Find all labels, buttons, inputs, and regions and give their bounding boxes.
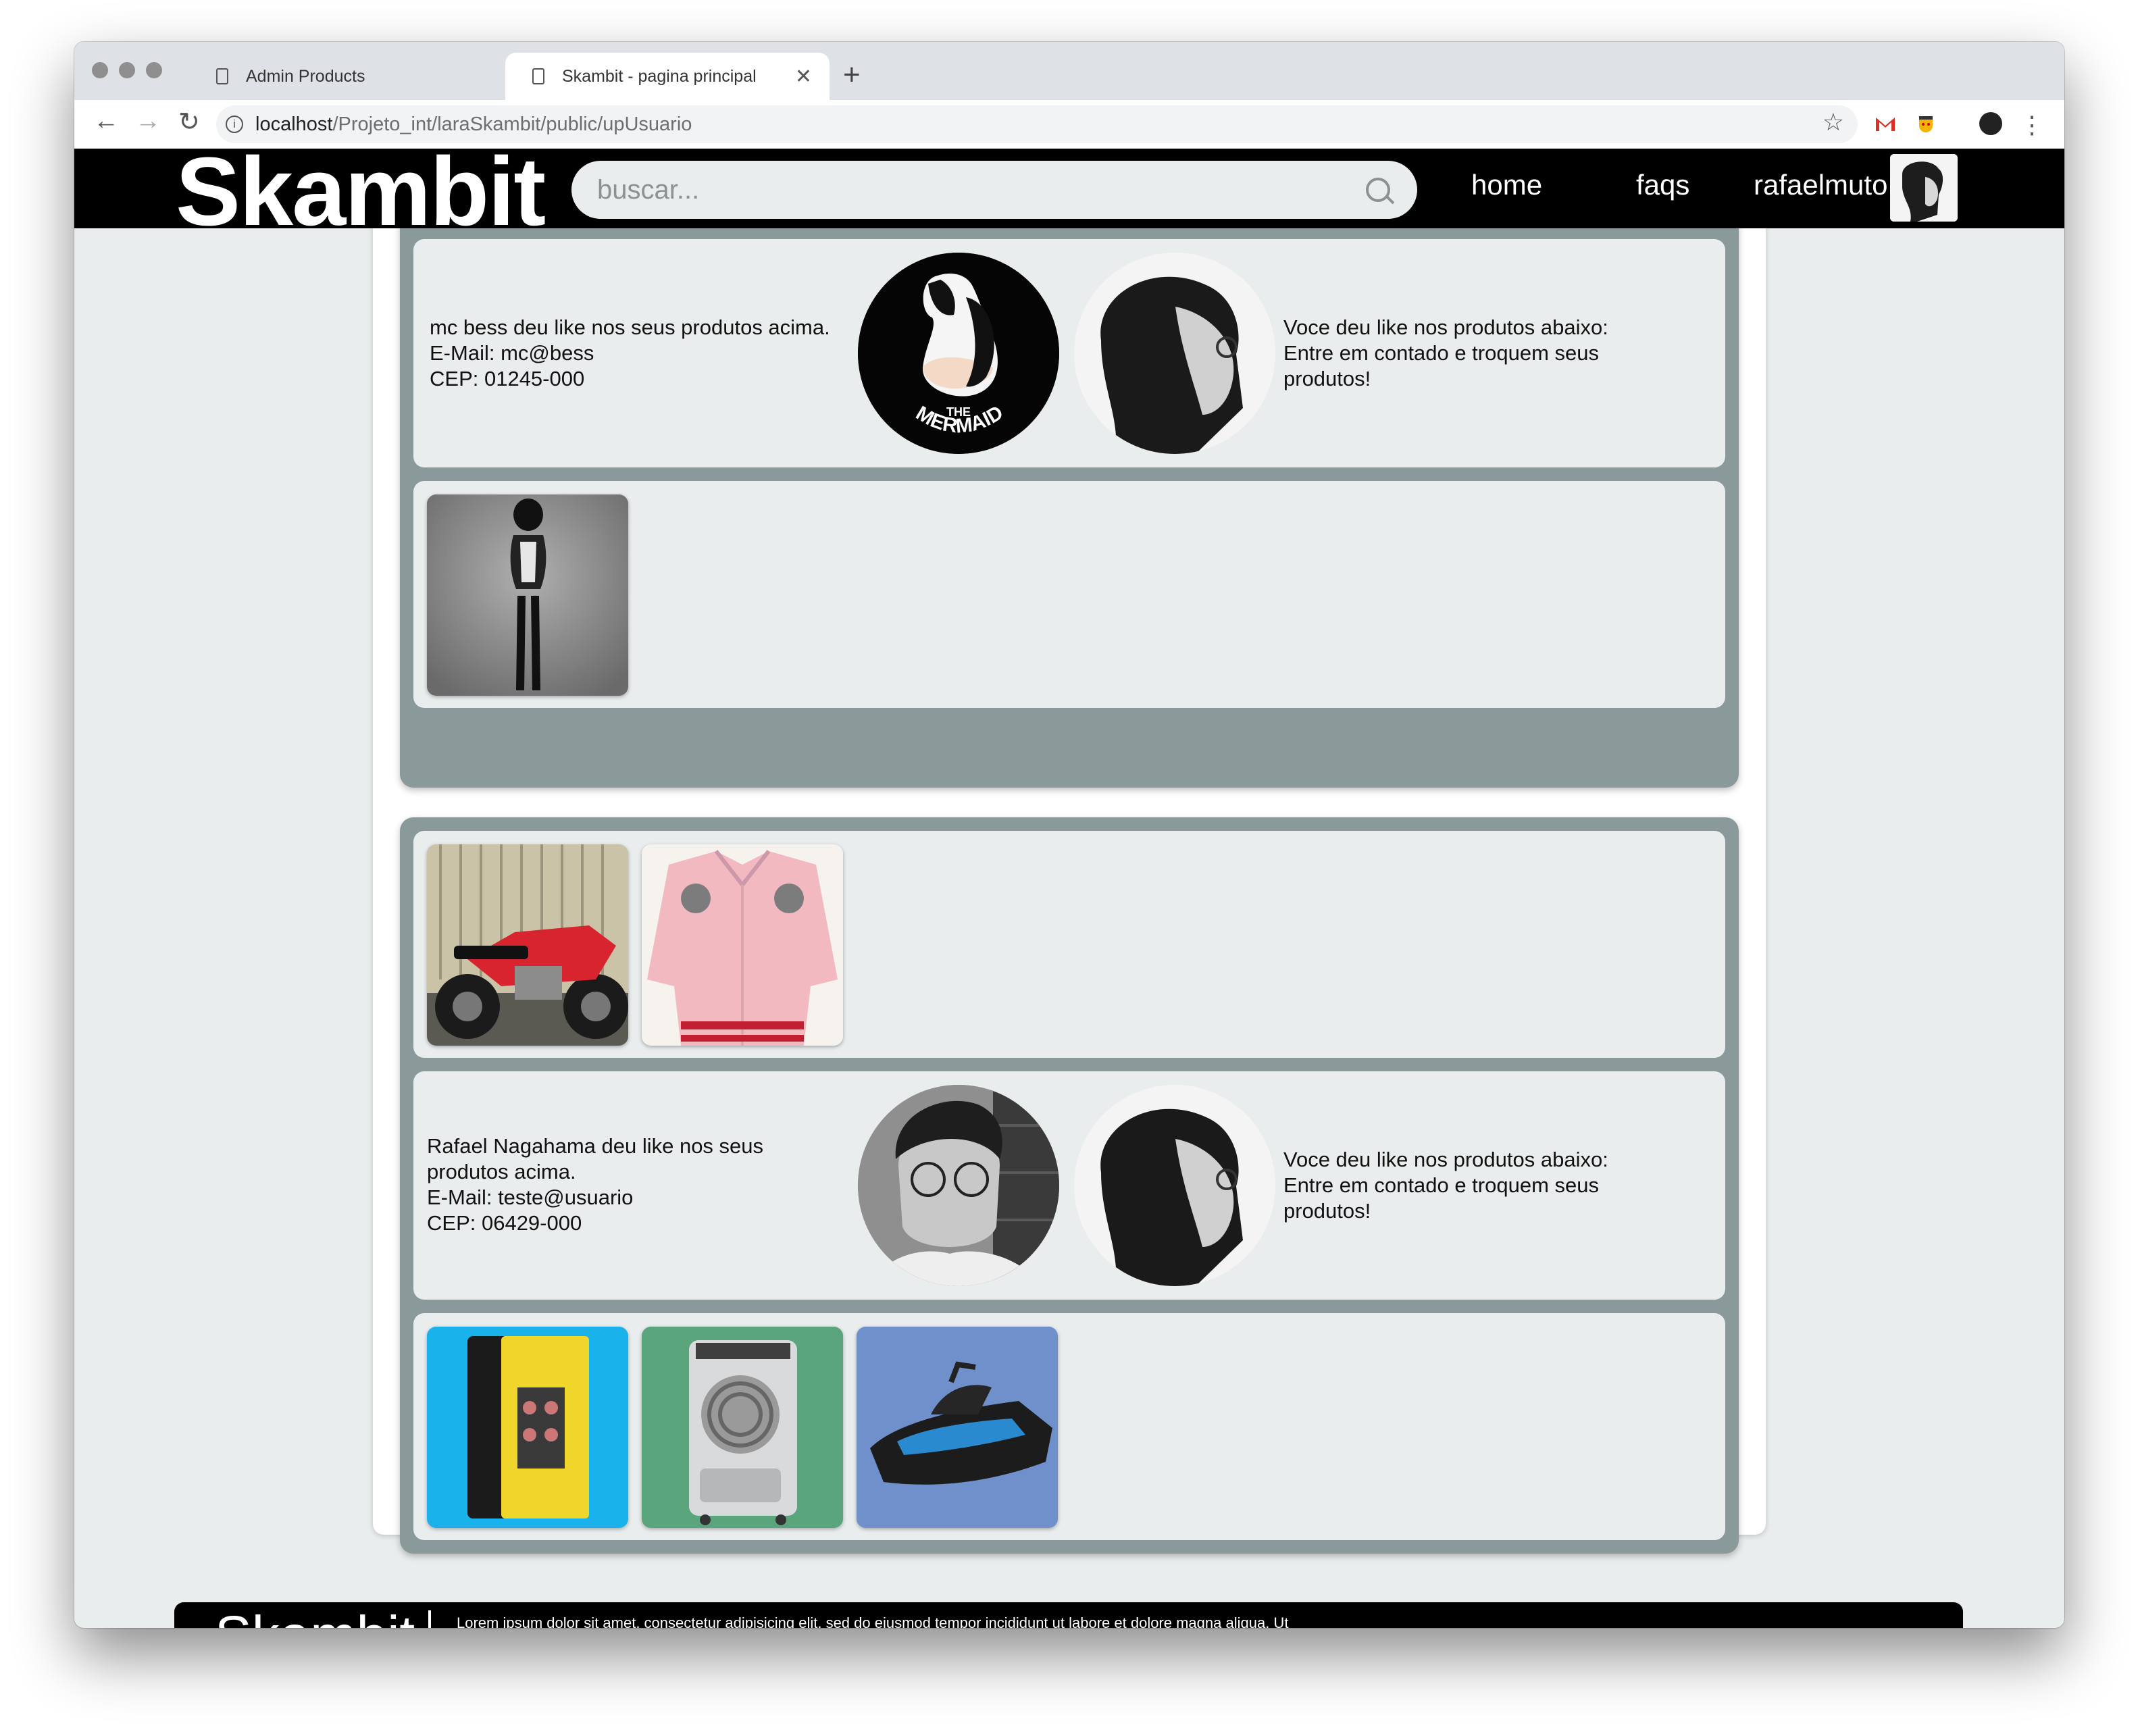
gmail-extension-icon[interactable] xyxy=(1874,112,1897,135)
figure-photo[interactable] xyxy=(427,494,628,696)
site-logo[interactable]: Skambit xyxy=(176,149,546,240)
their-products-card xyxy=(413,1313,1725,1540)
user-avatar[interactable] xyxy=(1890,154,1958,222)
match-instructions: Voce deu like nos produtos abaixo: Entre… xyxy=(1283,315,1702,392)
profile-photo-avatar xyxy=(1074,253,1275,454)
url-host: localhost xyxy=(255,113,333,135)
match-name-line: produtos acima. xyxy=(427,1160,576,1183)
forward-arrow-icon[interactable]: → xyxy=(135,107,161,136)
zoom-window-dot[interactable] xyxy=(146,62,162,78)
profile-photo-avatar xyxy=(1074,1085,1275,1286)
search-icon[interactable] xyxy=(1366,178,1390,202)
bookmark-star-icon[interactable]: ☆ xyxy=(1823,108,1844,136)
match-info-text: mc bess deu like nos seus produtos acima… xyxy=(430,315,862,392)
air-cooler-photo[interactable] xyxy=(642,1327,843,1528)
nav-user-link[interactable]: rafaelmuto xyxy=(1754,169,1887,201)
match-info-card: mc bess deu like nos seus produtos acima… xyxy=(413,239,1725,467)
site-header: Skambit buscar... home faqs rafaelmuto xyxy=(74,149,2064,240)
browser-toolbar: ← → ↻ i localhost /Projeto_int/laraSkamb… xyxy=(74,100,2064,149)
tab-title: Skambit - pagina principal xyxy=(562,66,757,86)
nav-faqs-link[interactable]: faqs xyxy=(1636,169,1689,201)
tab-title: Admin Products xyxy=(246,66,365,86)
minimize-window-dot[interactable] xyxy=(119,62,135,78)
footer-logo: Skambit xyxy=(215,1602,415,1628)
match-email-line: E-Mail: teste@usuario xyxy=(427,1185,634,1209)
site-footer: Skambit Lorem ipsum dolor sit amet, cons… xyxy=(174,1602,1963,1628)
match-group: mc bess deu like nos seus produtos acima… xyxy=(400,149,1739,788)
match-info-card: Rafael Nagahama deu like nos seus produt… xyxy=(413,1071,1725,1300)
match-email-line: E-Mail: mc@bess xyxy=(430,341,594,365)
match-group: Rafael Nagahama deu like nos seus produt… xyxy=(400,817,1739,1554)
red-motorcycle-photo[interactable] xyxy=(427,844,628,1046)
instruction-line: produtos! xyxy=(1283,1199,1371,1223)
footer-text: Lorem ipsum dolor sit amet, consectetur … xyxy=(457,1614,1289,1628)
instruction-line: Entre em contado e troquem seus xyxy=(1283,341,1599,365)
extension-icon[interactable] xyxy=(1914,112,1937,135)
info-icon[interactable]: i xyxy=(226,116,243,133)
close-window-dot[interactable] xyxy=(92,62,108,78)
address-bar[interactable]: i localhost /Projeto_int/laraSkambit/pub… xyxy=(216,105,1858,143)
mini-fridge-photo[interactable] xyxy=(427,1327,628,1528)
back-arrow-icon[interactable]: ← xyxy=(93,107,119,136)
mermaid-logo-avatar: THE MERMAID xyxy=(858,253,1059,454)
jet-ski-photo[interactable] xyxy=(857,1327,1058,1528)
tab-strip: Admin Products ✕ Skambit - pagina princi… xyxy=(74,42,2064,100)
instruction-line: Entre em contado e troquem seus xyxy=(1283,1173,1599,1197)
instruction-line: produtos! xyxy=(1283,367,1371,390)
page-icon xyxy=(532,68,544,84)
page-viewport: Skambit buscar... home faqs rafaelmuto m… xyxy=(74,149,2064,1628)
my-products-card xyxy=(413,831,1725,1058)
search-input[interactable]: buscar... xyxy=(597,175,1366,205)
reload-icon[interactable]: ↻ xyxy=(178,107,200,137)
pink-jacket-photo[interactable] xyxy=(642,844,843,1046)
menu-kebab-icon[interactable]: ⋮ xyxy=(2020,111,2044,139)
match-instructions: Voce deu like nos produtos abaixo: Entre… xyxy=(1283,1147,1702,1224)
footer-divider xyxy=(428,1610,431,1628)
url-path: /Projeto_int/laraSkambit/public/upUsuari… xyxy=(332,113,692,135)
tab-skambit[interactable]: Skambit - pagina principal ✕ xyxy=(505,53,830,100)
profile-avatar-icon[interactable] xyxy=(1979,112,2002,135)
instruction-line: Voce deu like nos produtos abaixo: xyxy=(1283,315,1608,339)
match-name-line: mc bess deu like nos seus produtos acima… xyxy=(430,315,830,339)
nav-home-link[interactable]: home xyxy=(1471,169,1542,201)
close-tab-icon[interactable]: ✕ xyxy=(795,65,812,88)
browser-window: Admin Products ✕ Skambit - pagina princi… xyxy=(74,42,2064,1628)
match-cep-line: CEP: 06429-000 xyxy=(427,1211,582,1235)
page-icon xyxy=(216,68,228,84)
match-cep-line: CEP: 01245-000 xyxy=(430,367,585,390)
instruction-line: Voce deu like nos produtos abaixo: xyxy=(1283,1148,1608,1171)
match-info-text: Rafael Nagahama deu like nos seus produt… xyxy=(427,1133,805,1236)
their-products-card xyxy=(413,481,1725,708)
man-glasses-avatar xyxy=(858,1085,1059,1286)
match-name-line: Rafael Nagahama deu like nos seus xyxy=(427,1134,764,1158)
new-tab-button[interactable]: + xyxy=(843,58,861,92)
search-bar[interactable]: buscar... xyxy=(571,161,1417,219)
